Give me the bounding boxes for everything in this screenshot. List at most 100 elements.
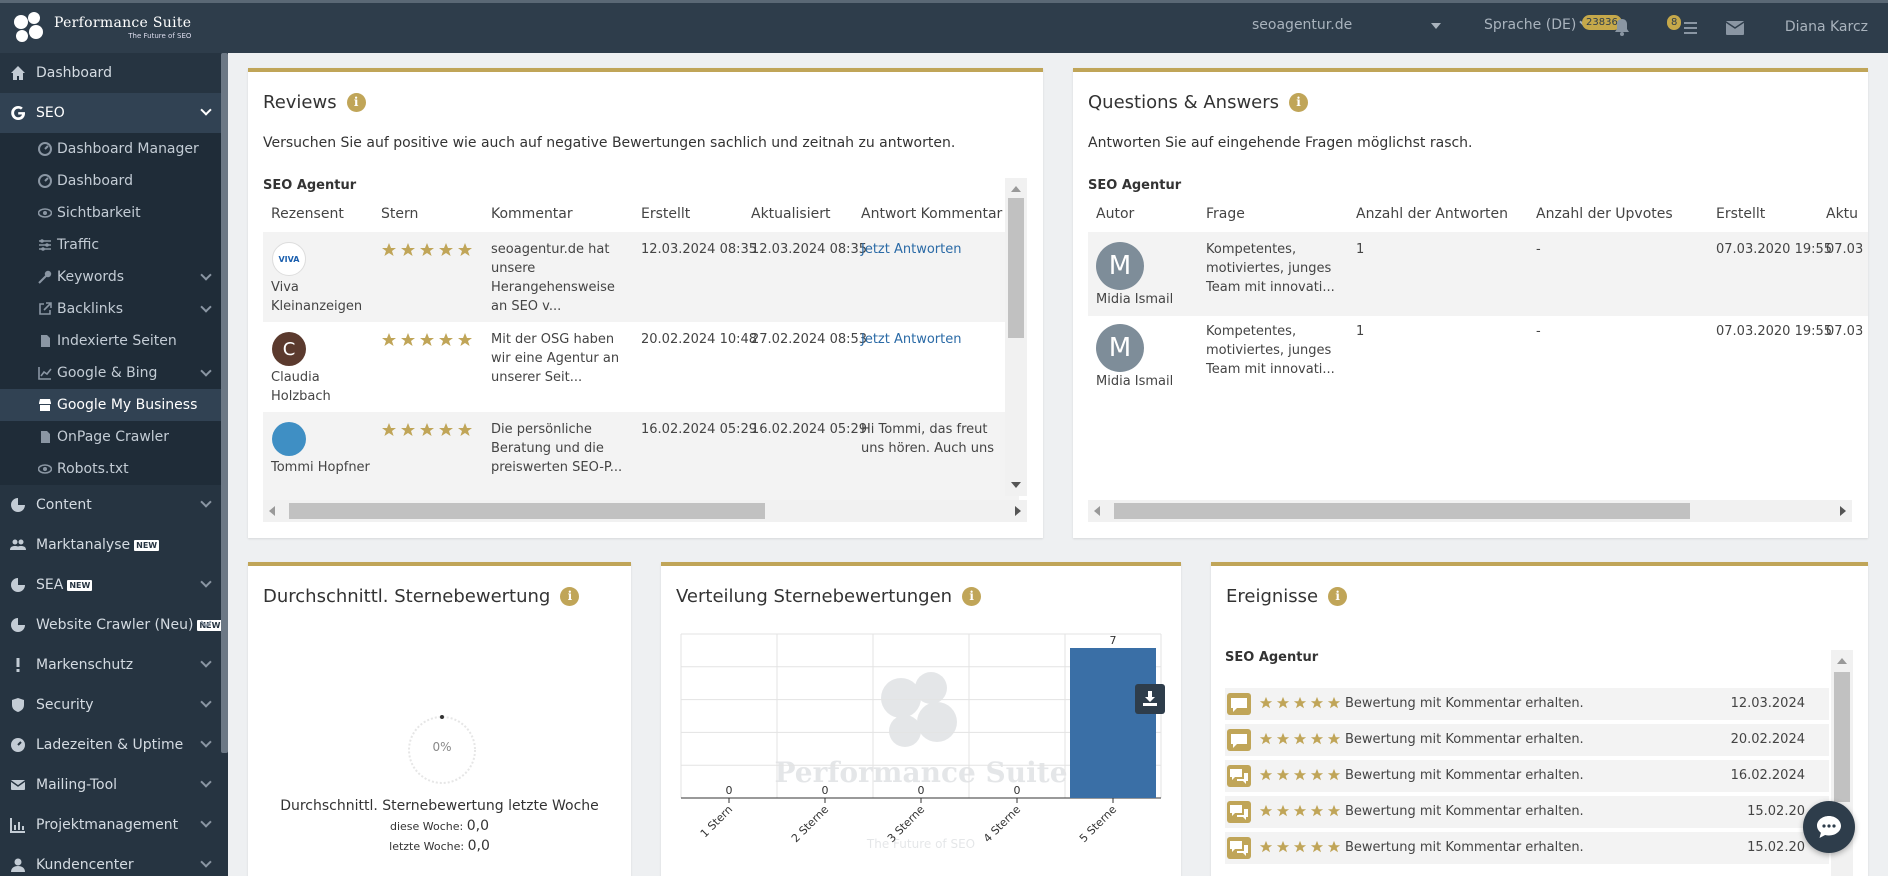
brand-title: Performance Suite [54, 14, 192, 31]
sidebar-item-keywords[interactable]: Keywords [0, 261, 228, 293]
bar[interactable] [1070, 648, 1156, 798]
table-row: M Midia Ismail Kompetentes, motiviertes,… [1088, 316, 1868, 400]
star-icon [1293, 804, 1307, 817]
sidebar-item-security[interactable]: Security [0, 685, 228, 725]
envelope-icon[interactable] [1726, 21, 1744, 35]
col-aktualisiert[interactable]: Aktualisiert [751, 206, 830, 222]
sidebar-item-robots-txt[interactable]: Robots.txt [0, 453, 228, 485]
sidebar-item-indexierte-seiten[interactable]: Indexierte Seiten [0, 325, 228, 357]
event-text: Bewertung mit Kommentar erhalten. [1345, 768, 1584, 783]
domain-select[interactable]: seoagentur.de [1252, 17, 1447, 33]
col-erstellt[interactable]: Erstellt [641, 206, 690, 222]
sidebar-item-google-my-business[interactable]: Google My Business [0, 389, 228, 421]
col-rezensent[interactable]: Rezensent [271, 206, 344, 222]
caret-down-icon [1431, 23, 1441, 29]
comments-icon [1227, 837, 1251, 859]
sidebar-item-projektmanagement[interactable]: Projektmanagement [0, 805, 228, 845]
sidebar-item-mailing-tool[interactable]: Mailing-Tool [0, 765, 228, 805]
sidebar: Dashboard SEO Dashboard Manager Dashboar… [0, 53, 228, 876]
reviewer-name: Viva Kleinanzeigen [271, 280, 363, 314]
col-erstellt[interactable]: Erstellt [1716, 206, 1765, 222]
scroll-thumb[interactable] [289, 503, 765, 519]
chevron-down-icon [200, 776, 212, 788]
scroll-up-icon[interactable] [1837, 658, 1847, 664]
new-badge: NEW [134, 539, 160, 551]
sidebar-item-onpage-crawler[interactable]: OnPage Crawler [0, 421, 228, 453]
language-label: Sprache (DE) [1484, 17, 1577, 33]
col-antwort-kommentar[interactable]: Antwort Kommentar [861, 206, 1011, 222]
sidebar-item-label: SEO [36, 105, 65, 121]
download-button[interactable] [1135, 684, 1165, 714]
star-icon [1293, 840, 1307, 853]
info-icon[interactable]: i [346, 93, 366, 112]
star-icon [1310, 732, 1324, 745]
event-item: Bewertung mit Kommentar erhalten. 15.02.… [1225, 832, 1829, 864]
col-aktualisiert[interactable]: Aktu [1826, 206, 1858, 222]
sidebar-item-traffic[interactable]: Traffic [0, 229, 228, 261]
reply-link[interactable]: Jetzt Antworten [861, 330, 961, 349]
star-icon [1310, 804, 1324, 817]
user-icon [11, 858, 25, 872]
scroll-left-icon[interactable] [269, 506, 275, 516]
col-anzahl-antworten[interactable]: Anzahl der Antworten [1356, 206, 1508, 222]
sidebar-scrollbar[interactable] [221, 53, 228, 753]
col-anzahl-upvotes[interactable]: Anzahl der Upvotes [1536, 206, 1673, 222]
sidebar-item-dashboard-manager[interactable]: Dashboard Manager [0, 133, 228, 165]
qa-updated: 07.03 [1826, 324, 1864, 339]
col-stern[interactable]: Stern [381, 206, 418, 222]
col-frage[interactable]: Frage [1206, 206, 1245, 222]
event-text: Bewertung mit Kommentar erhalten. [1345, 732, 1584, 747]
event-item: Bewertung mit Kommentar erhalten. 16.02.… [1225, 760, 1829, 792]
info-icon[interactable]: i [1328, 587, 1348, 606]
avatar: M [1096, 242, 1144, 290]
event-date: 15.02.20 [1747, 804, 1805, 819]
reviews-description: Versuchen Sie auf positive wie auch auf … [263, 135, 956, 151]
sidebar-item-sichtbarkeit[interactable]: Sichtbarkeit [0, 197, 228, 229]
scroll-thumb[interactable] [1114, 503, 1690, 519]
brand-logo[interactable]: Performance Suite The Future of SEO [10, 9, 191, 45]
star-rating [381, 332, 473, 348]
last-week-value: 0,0 [467, 838, 490, 854]
scroll-thumb[interactable] [1008, 198, 1024, 338]
star-icon [1276, 804, 1290, 817]
star-icon [439, 333, 453, 346]
scroll-thumb[interactable] [1834, 672, 1850, 802]
scroll-right-icon[interactable] [1840, 506, 1846, 516]
sidebar-item-marktanalyse[interactable]: Marktanalyse NEW [0, 525, 228, 565]
sidebar-item-markenschutz[interactable]: Markenschutz [0, 645, 228, 685]
scroll-right-icon[interactable] [1015, 506, 1021, 516]
star-icon [1310, 840, 1324, 853]
star-icon [1310, 696, 1324, 709]
sidebar-item-website-crawler[interactable]: Website Crawler (Neu) NEW [0, 605, 228, 645]
sidebar-item-google-bing[interactable]: Google & Bing [0, 357, 228, 389]
chat-button[interactable] [1803, 801, 1855, 853]
sidebar-item-backlinks[interactable]: Backlinks [0, 293, 228, 325]
bell-icon[interactable] [1614, 18, 1630, 36]
list-icon[interactable] [1680, 20, 1698, 36]
scroll-left-icon[interactable] [1094, 506, 1100, 516]
sidebar-item-ladezeiten[interactable]: Ladezeiten & Uptime [0, 725, 228, 765]
scroll-down-icon[interactable] [1011, 482, 1021, 488]
reviews-horizontal-scrollbar[interactable] [263, 500, 1027, 522]
info-icon[interactable]: i [962, 587, 982, 606]
reply-link[interactable]: Jetzt Antworten [861, 240, 961, 259]
sidebar-item-dashboard[interactable]: Dashboard [0, 53, 228, 93]
col-autor[interactable]: Autor [1096, 206, 1134, 222]
sidebar-item-label: Backlinks [57, 301, 124, 317]
sidebar-item-kundencenter[interactable]: Kundencenter [0, 845, 228, 876]
sidebar-item-seo[interactable]: SEO [0, 93, 228, 133]
qa-horizontal-scrollbar[interactable] [1088, 500, 1852, 522]
sidebar-item-content[interactable]: Content [0, 485, 228, 525]
sidebar-item-sea[interactable]: SEA NEW [0, 565, 228, 605]
gauge-icon [38, 174, 52, 188]
star-icon [1276, 696, 1290, 709]
info-icon[interactable]: i [1289, 93, 1309, 112]
language-select[interactable]: Sprache (DE) [1484, 16, 1591, 33]
sidebar-item-seo-dashboard[interactable]: Dashboard [0, 165, 228, 197]
reviews-vertical-scrollbar[interactable] [1005, 178, 1027, 496]
user-menu[interactable]: Diana Karcz [1785, 19, 1868, 35]
scroll-up-icon[interactable] [1011, 186, 1021, 192]
info-icon[interactable]: i [560, 587, 580, 606]
col-kommentar[interactable]: Kommentar [491, 206, 573, 222]
review-created: 16.02.2024 05:29 [641, 422, 758, 437]
